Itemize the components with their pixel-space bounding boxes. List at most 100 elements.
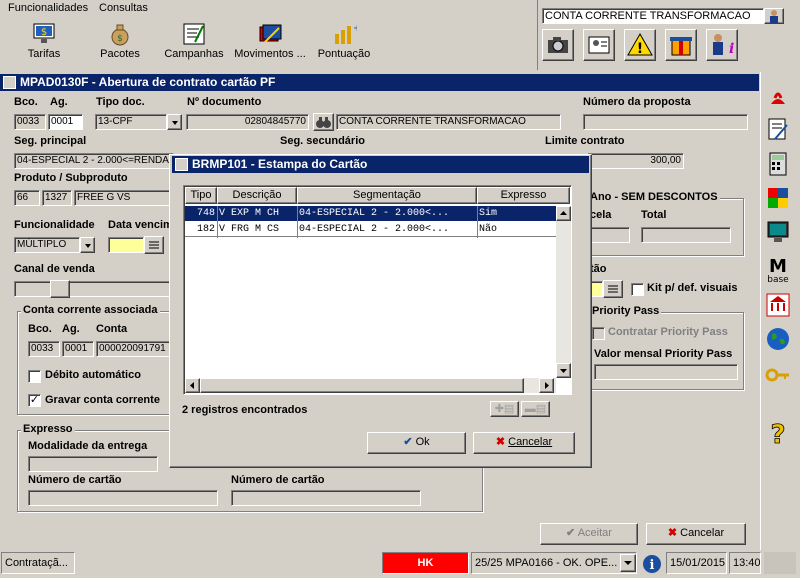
tarifas-icon: $: [31, 22, 57, 46]
tipo-doc-select[interactable]: 13-CPF: [95, 114, 167, 130]
pacotes-button[interactable]: $ Pacotes: [86, 20, 154, 70]
aceitar-button[interactable]: ✔ Aceitar: [540, 523, 638, 545]
cc-conta-label: Conta: [96, 323, 128, 335]
dialog-cancel-button[interactable]: ✖ Cancelar: [473, 432, 575, 454]
priority-title: Priority Pass: [590, 305, 662, 317]
binoculars-icon[interactable]: [313, 113, 334, 131]
funcionalidade-select[interactable]: MÚLTIPLO: [14, 237, 80, 253]
key-icon[interactable]: [763, 360, 793, 390]
priority-checkbox[interactable]: [592, 327, 605, 340]
gift-icon[interactable]: [665, 29, 697, 61]
cell-expresso: Não: [479, 224, 498, 235]
kit-label: Kit p/ def. visuais: [647, 282, 738, 294]
produto-label: Produto / Subproduto: [14, 172, 128, 184]
bank-icon[interactable]: [763, 290, 793, 320]
canal-slider-track: [14, 281, 172, 297]
data-vencimento-field[interactable]: [108, 237, 144, 253]
table-row[interactable]: 182 V FRG M CS 04-ESPECIAL 2 - 2.000<...…: [185, 222, 556, 237]
pontuacao-button[interactable]: + Pontuação: [310, 20, 378, 70]
debito-checkbox[interactable]: [28, 370, 41, 383]
priority-valor-label: Valor mensal Priority Pass: [594, 348, 733, 360]
ok-label: Ok: [415, 436, 430, 448]
status-dropdown-arrow[interactable]: [620, 554, 636, 572]
canal-slider-thumb[interactable]: [50, 280, 70, 298]
remove-row-icon[interactable]: ▬▤: [521, 401, 550, 417]
num-proposta-field[interactable]: [583, 114, 748, 130]
window-icon: [3, 76, 16, 89]
status-right-icon: [764, 552, 796, 574]
pacotes-label: Pacotes: [100, 48, 140, 60]
num-cartao-label-2: Número de cartão: [231, 474, 325, 486]
dialog-ok-button[interactable]: ✔ Ok: [367, 432, 466, 454]
kit-checkbox[interactable]: [631, 283, 644, 296]
limite-field[interactable]: 300,00: [588, 153, 684, 169]
campanhas-button[interactable]: Campanhas: [160, 20, 228, 70]
puzzle-icon[interactable]: [763, 183, 793, 213]
document-edit-icon[interactable]: [763, 115, 793, 145]
hk-indicator: HK: [382, 552, 469, 574]
calculator-icon[interactable]: [763, 149, 793, 179]
main-window-titlebar: MPAD0130F - Abertura de contrato cartão …: [0, 74, 759, 91]
cancelar-button[interactable]: ✖ Cancelar: [646, 523, 746, 545]
parcela-field: [590, 227, 630, 243]
scroll-down-arrow-icon[interactable]: [556, 363, 571, 378]
aceitar-check-icon: ✔: [566, 527, 576, 539]
column-header-expresso[interactable]: Expresso: [477, 187, 570, 204]
seg-principal-field: 04-ESPECIAL 2 - 2.000<=RENDA: [14, 153, 174, 169]
cell-segmentacao: 04-ESPECIAL 2 - 2.000<...: [299, 208, 450, 219]
movements-icon: [257, 22, 283, 46]
modalidade-field: [28, 456, 158, 472]
vertical-scrollbar[interactable]: [556, 206, 571, 378]
menu-bar: Funcionalidades Consultas: [0, 0, 535, 18]
scroll-left-arrow-icon[interactable]: [185, 378, 200, 393]
bco-field[interactable]: 0033: [14, 114, 46, 130]
parcela-label: cela: [590, 209, 612, 221]
tipo-doc-dropdown-arrow[interactable]: [167, 114, 182, 130]
svg-text:+: +: [353, 23, 357, 34]
scroll-right-arrow-icon[interactable]: [539, 378, 554, 393]
menu-consultas[interactable]: Consultas: [99, 2, 148, 14]
warning-icon[interactable]: !: [624, 29, 656, 61]
subproduto-field: 1327: [42, 190, 72, 206]
status-time: 13:40: [729, 552, 761, 574]
gravar-checkbox[interactable]: ✓: [28, 394, 41, 407]
account-name-field: CONTA CORRENTE TRANSFORMACAO: [542, 8, 764, 24]
user-icon[interactable]: [764, 8, 784, 24]
help-icon[interactable]: ?: [763, 418, 793, 451]
total-label: Total: [641, 209, 667, 221]
add-row-icon[interactable]: ✚▤: [490, 401, 519, 417]
table-row[interactable]: 748 V EXP M CH 04-ESPECIAL 2 - 2.000<...…: [185, 206, 556, 221]
svg-text:i: i: [729, 41, 734, 57]
column-header-tipo[interactable]: Tipo: [185, 187, 217, 204]
column-header-descricao[interactable]: Descrição: [217, 187, 297, 204]
priority-contratar-label: Contratar Priority Pass: [608, 326, 728, 338]
menu-funcionalidades[interactable]: Funcionalidades: [8, 2, 88, 14]
id-card-icon[interactable]: [583, 29, 615, 61]
seg-secundario-label: Seg. secundário: [280, 135, 365, 147]
seg-principal-label: Seg. principal: [14, 135, 87, 147]
column-header-segmentacao[interactable]: Segmentação: [297, 187, 477, 204]
movimentos-button[interactable]: Movimentos ...: [232, 20, 308, 70]
num-doc-field[interactable]: 02804845770: [186, 114, 309, 130]
horizontal-scroll-thumb[interactable]: [200, 378, 524, 393]
mbase-icon[interactable]: Mbase: [763, 255, 793, 285]
monitor-icon[interactable]: [763, 217, 793, 247]
camera-icon[interactable]: [542, 29, 574, 61]
cartao-list-icon[interactable]: [603, 280, 623, 298]
user-info-icon[interactable]: i: [706, 29, 738, 61]
scroll-up-arrow-icon[interactable]: [556, 206, 571, 221]
top-right-panel: CONTA CORRENTE TRANSFORMACAO ! i: [537, 0, 800, 70]
globe-icon[interactable]: [763, 324, 793, 354]
funcionalidade-dropdown-arrow[interactable]: [80, 237, 95, 253]
cc-bco-label: Bco.: [28, 323, 52, 335]
list-icon[interactable]: [144, 236, 164, 254]
tipo-doc-label: Tipo doc.: [96, 96, 145, 108]
ag-field[interactable]: 0001: [48, 114, 83, 130]
limite-label: Limite contrato: [545, 135, 625, 147]
canal-label: Canal de venda: [14, 263, 95, 275]
tarifas-button[interactable]: $ Tarifas: [10, 20, 78, 70]
info-icon[interactable]: i: [641, 553, 663, 575]
santander-logo-icon[interactable]: [763, 82, 793, 112]
cc-conta-field: 000020091791: [96, 341, 170, 357]
gravar-label: Gravar conta corrente: [45, 394, 160, 406]
